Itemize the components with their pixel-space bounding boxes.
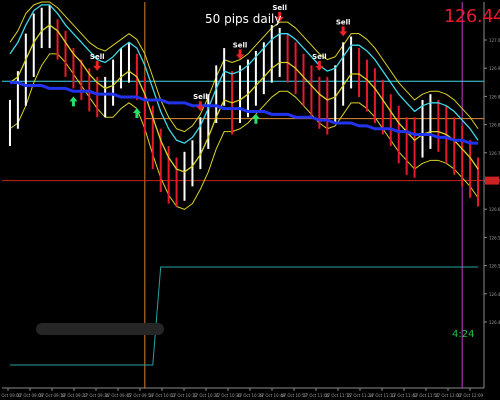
price-chart[interactable]: 127.000126.940126.880126.820126.760126.7… — [0, 0, 500, 400]
redaction-bar — [36, 323, 164, 335]
sell-label: Sell — [336, 18, 351, 26]
y-tick-label: 126.400 — [489, 320, 500, 325]
y-tick-label: 126.880 — [489, 94, 500, 99]
sell-label: Sell — [272, 4, 287, 12]
sell-label: Sell — [312, 53, 327, 61]
y-tick-label: 126.460 — [489, 292, 500, 297]
sell-label: Sell — [90, 53, 105, 61]
y-tick-label: 126.940 — [489, 66, 500, 71]
sell-arrow-icon — [339, 26, 348, 37]
moving-average-slow — [9, 81, 479, 145]
y-tick-label: 126.820 — [489, 123, 500, 128]
sell-arrow-icon — [93, 60, 102, 71]
chart-title: 50 pips daily — [205, 12, 282, 26]
step-indicator-line — [9, 266, 479, 366]
y-tick-label: 126.760 — [489, 151, 500, 156]
current-price: 126.446 — [444, 6, 500, 27]
y-tick-label: 126.640 — [489, 207, 500, 212]
price-axis-marker — [485, 176, 499, 185]
buy-arrow-icon — [69, 96, 78, 107]
chart-window[interactable]: 127.000126.940126.880126.820126.760126.7… — [0, 0, 500, 400]
y-tick-label: 126.580 — [489, 235, 500, 240]
sell-arrow-icon — [196, 101, 205, 112]
y-tick-label: 127.000 — [489, 38, 500, 43]
buy-arrow-icon — [251, 113, 260, 124]
sell-label: Sell — [193, 93, 208, 101]
y-tick-label: 126.520 — [489, 264, 500, 269]
bar-timer: 4:24 — [452, 329, 475, 340]
sell-label: Sell — [233, 41, 248, 49]
x-tick-label: 17 Oct 12:09 — [457, 393, 484, 398]
